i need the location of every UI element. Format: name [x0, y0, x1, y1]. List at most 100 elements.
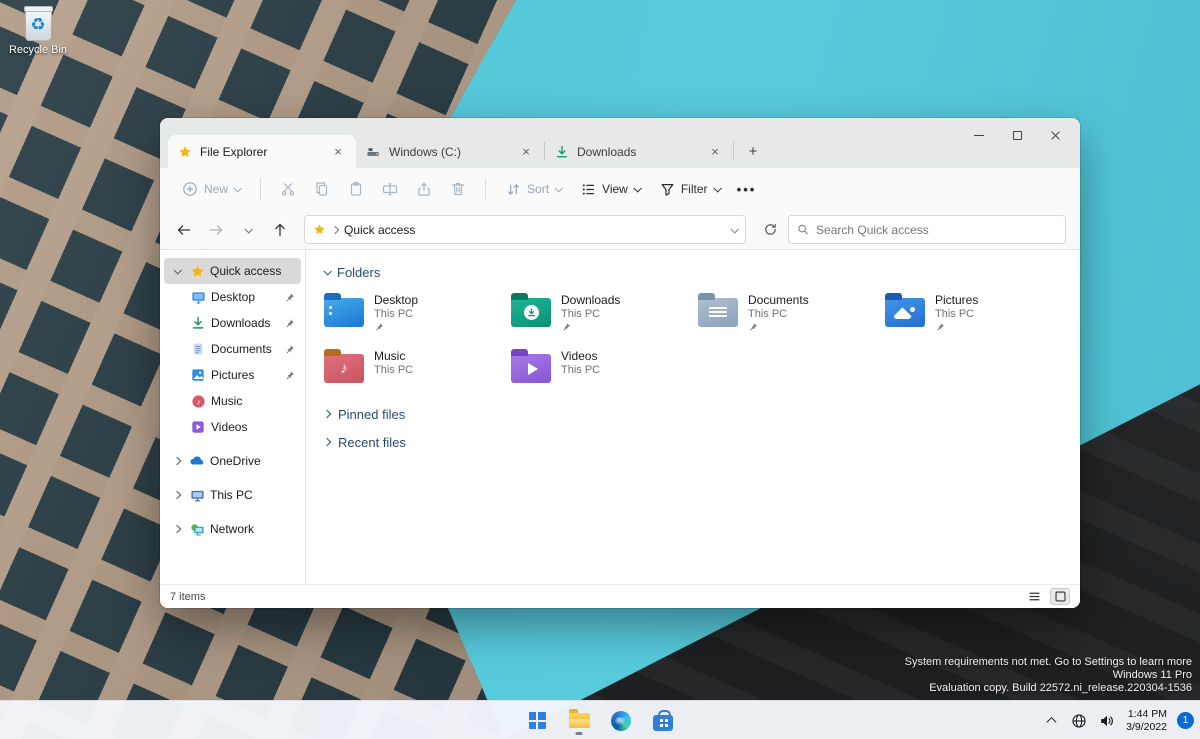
search-input[interactable]: [816, 223, 1057, 237]
filter-icon: [660, 182, 675, 197]
details-view-button[interactable]: [1024, 588, 1044, 605]
large-icons-view-icon: [1054, 590, 1067, 603]
command-bar: New Sort: [160, 168, 1080, 210]
desktop: ♻ Recycle Bin System requirements not me…: [0, 0, 1200, 739]
share-button[interactable]: [409, 175, 439, 203]
sidebar-item-this-pc[interactable]: This PC: [164, 482, 301, 508]
delete-button[interactable]: [443, 175, 473, 203]
folders-section-header[interactable]: Folders: [324, 262, 1080, 282]
downloads-icon: [191, 316, 205, 330]
sidebar-item-label: Downloads: [211, 316, 279, 330]
volume-icon[interactable]: [1098, 712, 1116, 730]
view-label: View: [602, 182, 628, 196]
large-icons-view-button[interactable]: [1050, 588, 1070, 605]
forward-button[interactable]: [202, 216, 230, 244]
pin-icon: [284, 344, 295, 355]
new-button[interactable]: New: [174, 175, 248, 203]
folder-tile-downloads[interactable]: Downloads This PC: [511, 290, 698, 342]
window-body: Quick access Desktop Downloads Documents: [160, 250, 1080, 584]
tab-label: File Explorer: [200, 145, 322, 159]
minimize-button[interactable]: [960, 122, 998, 148]
copy-button[interactable]: [307, 175, 337, 203]
chevron-down-icon[interactable]: [730, 225, 738, 233]
sort-button[interactable]: Sort: [498, 176, 569, 203]
maximize-button[interactable]: [998, 122, 1036, 148]
search-box[interactable]: [788, 215, 1066, 244]
sidebar-item-quick-access[interactable]: Quick access: [164, 258, 301, 284]
sidebar-item-music[interactable]: ♪ Music: [164, 388, 301, 414]
pictures-icon: [191, 368, 205, 382]
start-button[interactable]: [523, 706, 551, 736]
tile-location: This PC: [561, 308, 620, 320]
pin-icon: [935, 322, 978, 332]
back-button[interactable]: [170, 216, 198, 244]
more-options-button[interactable]: •••: [732, 175, 762, 203]
tray-overflow-button[interactable]: [1042, 712, 1060, 730]
tab-windows-c[interactable]: Windows (C:) ×: [356, 135, 544, 168]
sidebar-item-desktop[interactable]: Desktop: [164, 284, 301, 310]
sidebar-item-onedrive[interactable]: OneDrive: [164, 448, 301, 474]
star-icon: [178, 145, 192, 159]
svg-text:♪: ♪: [196, 396, 200, 406]
taskbar: 1:44 PM 3/9/2022 1: [0, 700, 1200, 739]
filter-button[interactable]: Filter: [652, 176, 728, 203]
pinned-files-label: Pinned files: [338, 407, 405, 422]
copy-icon: [314, 181, 330, 197]
folder-tile-pictures[interactable]: Pictures This PC: [885, 290, 1072, 342]
paste-button[interactable]: [341, 175, 371, 203]
tab-downloads[interactable]: Downloads ×: [545, 135, 733, 168]
chevron-down-icon: [554, 184, 562, 192]
tab-close-icon[interactable]: ×: [518, 144, 534, 160]
chevron-right-icon: [323, 438, 331, 446]
rename-button[interactable]: [375, 175, 405, 203]
recent-locations-button[interactable]: [234, 216, 262, 244]
network-status-icon[interactable]: [1070, 712, 1088, 730]
file-explorer-icon: [569, 713, 590, 728]
view-button[interactable]: View: [573, 176, 648, 203]
pin-icon: [748, 322, 809, 332]
refresh-button[interactable]: [756, 216, 784, 244]
folder-tile-videos[interactable]: Videos This PC: [511, 346, 698, 398]
sidebar-item-label: Network: [210, 522, 295, 536]
taskbar-edge-button[interactable]: [607, 706, 635, 736]
sidebar-item-network[interactable]: Network: [164, 516, 301, 542]
tile-name: Pictures: [935, 293, 978, 307]
sidebar-item-downloads[interactable]: Downloads: [164, 310, 301, 336]
folder-tile-desktop[interactable]: Desktop This PC: [324, 290, 511, 342]
folder-tile-music[interactable]: ♪ Music This PC: [324, 346, 511, 398]
recycle-bin-shortcut[interactable]: ♻ Recycle Bin: [6, 8, 70, 56]
sidebar-item-label: Pictures: [211, 368, 279, 382]
folders-header-label: Folders: [337, 265, 380, 280]
sidebar-item-pictures[interactable]: Pictures: [164, 362, 301, 388]
this-pc-icon: [190, 488, 205, 503]
taskbar-file-explorer-button[interactable]: [565, 706, 593, 736]
tab-close-icon[interactable]: ×: [330, 144, 346, 160]
videos-icon: [191, 420, 205, 434]
microsoft-store-icon: [653, 715, 673, 731]
chevron-right-icon: [173, 457, 181, 465]
breadcrumb[interactable]: Quick access: [304, 215, 746, 244]
new-label: New: [204, 182, 228, 196]
taskbar-store-button[interactable]: [649, 706, 677, 736]
tab-file-explorer[interactable]: File Explorer ×: [168, 135, 356, 168]
close-button[interactable]: [1036, 122, 1074, 148]
paste-icon: [348, 181, 364, 197]
notification-badge[interactable]: 1: [1177, 712, 1194, 729]
cut-button[interactable]: [273, 175, 303, 203]
sort-icon: [506, 182, 521, 197]
sidebar-item-label: Documents: [211, 342, 279, 356]
new-tab-button[interactable]: +: [740, 138, 766, 164]
tab-close-icon[interactable]: ×: [707, 144, 723, 160]
rename-icon: [382, 181, 398, 197]
taskbar-clock[interactable]: 1:44 PM 3/9/2022: [1126, 708, 1167, 733]
recent-files-section-header[interactable]: Recent files: [324, 430, 1080, 454]
sidebar-item-videos[interactable]: Videos: [164, 414, 301, 440]
tile-name: Desktop: [374, 293, 418, 307]
up-button[interactable]: [266, 216, 294, 244]
breadcrumb-location[interactable]: Quick access: [344, 223, 725, 237]
sidebar-item-documents[interactable]: Documents: [164, 336, 301, 362]
sidebar-item-label: Quick access: [210, 264, 295, 278]
folder-tile-documents[interactable]: Documents This PC: [698, 290, 885, 342]
pinned-files-section-header[interactable]: Pinned files: [324, 402, 1080, 426]
chevron-right-icon: [173, 525, 181, 533]
